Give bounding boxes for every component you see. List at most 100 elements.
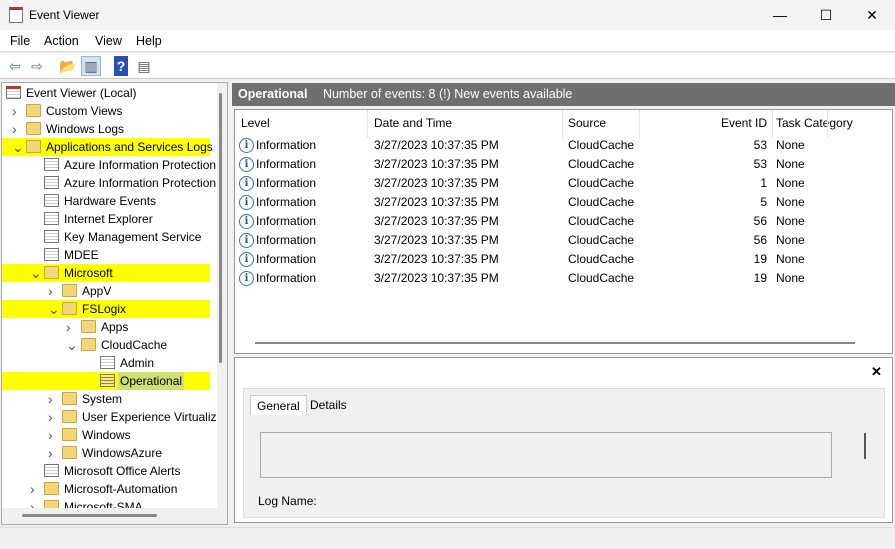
source-cell: CloudCache [568,176,635,190]
tree-item[interactable]: ⌄ Applications and Services Logs [2,138,213,156]
tree-item[interactable]: ⌄ Microsoft [2,264,210,282]
event-description-box[interactable] [260,432,832,478]
maximize-button[interactable]: ☐ [803,0,849,30]
level-cell: Information [256,157,317,171]
chevron-right-icon[interactable]: › [30,480,40,498]
column-divider[interactable] [562,110,563,138]
tree-item[interactable]: › WindowsAzure [2,444,210,462]
show-hide-action-pane-icon[interactable]: ▤ [134,56,154,76]
forward-arrow-icon[interactable]: ⇨ [27,56,47,76]
tree-vertical-scroll-thumb[interactable] [219,93,222,363]
chevron-down-icon[interactable]: ⌄ [12,138,24,156]
back-arrow-icon[interactable]: ⇦ [5,56,25,76]
event-log-icon [44,248,59,261]
chevron-down-icon[interactable]: ⌄ [66,336,78,354]
help-icon[interactable]: ? [114,56,128,76]
close-button[interactable]: ✕ [849,0,895,30]
chevron-right-icon[interactable]: › [48,426,58,444]
open-folder-icon[interactable]: 📂 [58,56,78,76]
tree-item[interactable]: Admin [2,354,210,372]
chevron-right-icon[interactable]: › [48,390,58,408]
tab-general[interactable]: General [250,395,307,415]
tree-item[interactable]: › System [2,390,210,408]
column-header[interactable]: Level [241,116,270,130]
information-icon: i [239,233,254,248]
tree-item[interactable]: Hardware Events [2,192,210,210]
tab-details[interactable]: Details [304,395,353,415]
table-row[interactable]: i Information 3/27/2023 10:37:35 PM CloudCa… [235,250,892,269]
menu-file[interactable]: File [10,34,30,48]
tree-item[interactable]: Operational [2,372,210,390]
event-log-icon [44,194,59,207]
date-cell: 3/27/2023 10:37:35 PM [374,176,499,190]
log-name-label: Log Name: [258,494,317,508]
tree-horizontal-scroll-thumb[interactable] [22,514,157,517]
tree-item[interactable]: › Windows Logs [2,120,210,138]
chevron-right-icon[interactable]: › [12,120,22,138]
table-row[interactable]: i Information 3/27/2023 10:37:35 PM CloudCa… [235,269,892,288]
tree-item[interactable]: Azure Information Protection [2,156,216,174]
tree-item[interactable]: › Microsoft-Automation [2,480,210,498]
show-hide-console-tree-icon[interactable]: ▥ [81,56,101,76]
folder-icon [81,320,96,333]
tree-item[interactable]: › Windows [2,426,210,444]
column-header[interactable]: Task Category [776,116,853,130]
table-row[interactable]: i Information 3/27/2023 10:37:35 PM CloudCa… [235,155,892,174]
chevron-right-icon[interactable]: › [48,408,58,426]
menu-action[interactable]: Action [44,34,79,48]
chevron-right-icon[interactable]: › [48,282,58,300]
close-details-icon[interactable]: ✕ [871,364,882,380]
event-id-cell: 19 [753,252,767,266]
column-header[interactable]: Source [568,116,606,130]
level-cell: Information [256,138,317,152]
task-category-cell: None [776,138,805,152]
details-scroll-thumb[interactable] [864,433,866,459]
table-row[interactable]: i Information 3/27/2023 10:37:35 PM CloudCa… [235,212,892,231]
table-horizontal-scrollbar[interactable] [255,342,855,344]
chevron-down-icon[interactable]: ⌄ [30,264,42,282]
folder-icon [62,446,77,459]
tree-item-label: Hardware Events [64,194,157,208]
chevron-right-icon[interactable]: › [66,318,76,336]
tree-item[interactable]: › AppV [2,282,210,300]
event-log-icon [44,176,59,189]
tree-item[interactable]: Azure Information Protection [2,174,216,192]
console-tree: Event Viewer (Local) › Custom Views › Window… [1,82,228,525]
tree-item-label: FSLogix [82,302,127,316]
tree-item-label: Admin [120,356,155,370]
folder-icon [62,392,77,405]
column-divider[interactable] [772,110,773,138]
column-header[interactable]: Date and Time [374,116,452,130]
folder-icon [62,428,77,441]
column-divider[interactable] [367,110,368,138]
column-header[interactable]: Event ID [721,116,767,130]
tree-item[interactable]: › Custom Views [2,102,210,120]
minimize-button[interactable]: — [757,0,803,30]
menu-view[interactable]: View [95,34,122,48]
chevron-right-icon[interactable]: › [48,444,58,462]
tree-item[interactable]: Event Viewer (Local) [2,84,210,102]
tree-item[interactable]: ⌄ FSLogix [2,300,210,318]
tree-item[interactable]: Microsoft Office Alerts [2,462,210,480]
table-row[interactable]: i Information 3/27/2023 10:37:35 PM CloudCa… [235,136,892,155]
column-divider[interactable] [827,110,828,138]
event-viewer-app-icon [9,7,23,23]
tree-item[interactable]: Key Management Service [2,228,210,246]
menu-help[interactable]: Help [136,34,162,48]
table-row[interactable]: i Information 3/27/2023 10:37:35 PM CloudCa… [235,174,892,193]
date-cell: 3/27/2023 10:37:35 PM [374,195,499,209]
results-pane: Operational Number of events: 8 (!) New … [232,82,895,525]
tree-item[interactable]: Internet Explorer [2,210,210,228]
tree-item[interactable]: MDEE [2,246,210,264]
tree-item[interactable]: › User Experience Virtualization [2,408,227,426]
tree-item[interactable]: ⌄ CloudCache [2,336,210,354]
tree-item[interactable]: › Apps [2,318,210,336]
table-row[interactable]: i Information 3/27/2023 10:37:35 PM CloudCa… [235,231,892,250]
tree-item-label: System [82,392,123,406]
table-row[interactable]: i Information 3/27/2023 10:37:35 PM CloudCa… [235,193,892,212]
column-divider[interactable] [639,110,640,138]
level-cell: Information [256,195,317,209]
chevron-right-icon[interactable]: › [12,102,22,120]
chevron-down-icon[interactable]: ⌄ [48,300,60,318]
information-icon: i [239,195,254,210]
